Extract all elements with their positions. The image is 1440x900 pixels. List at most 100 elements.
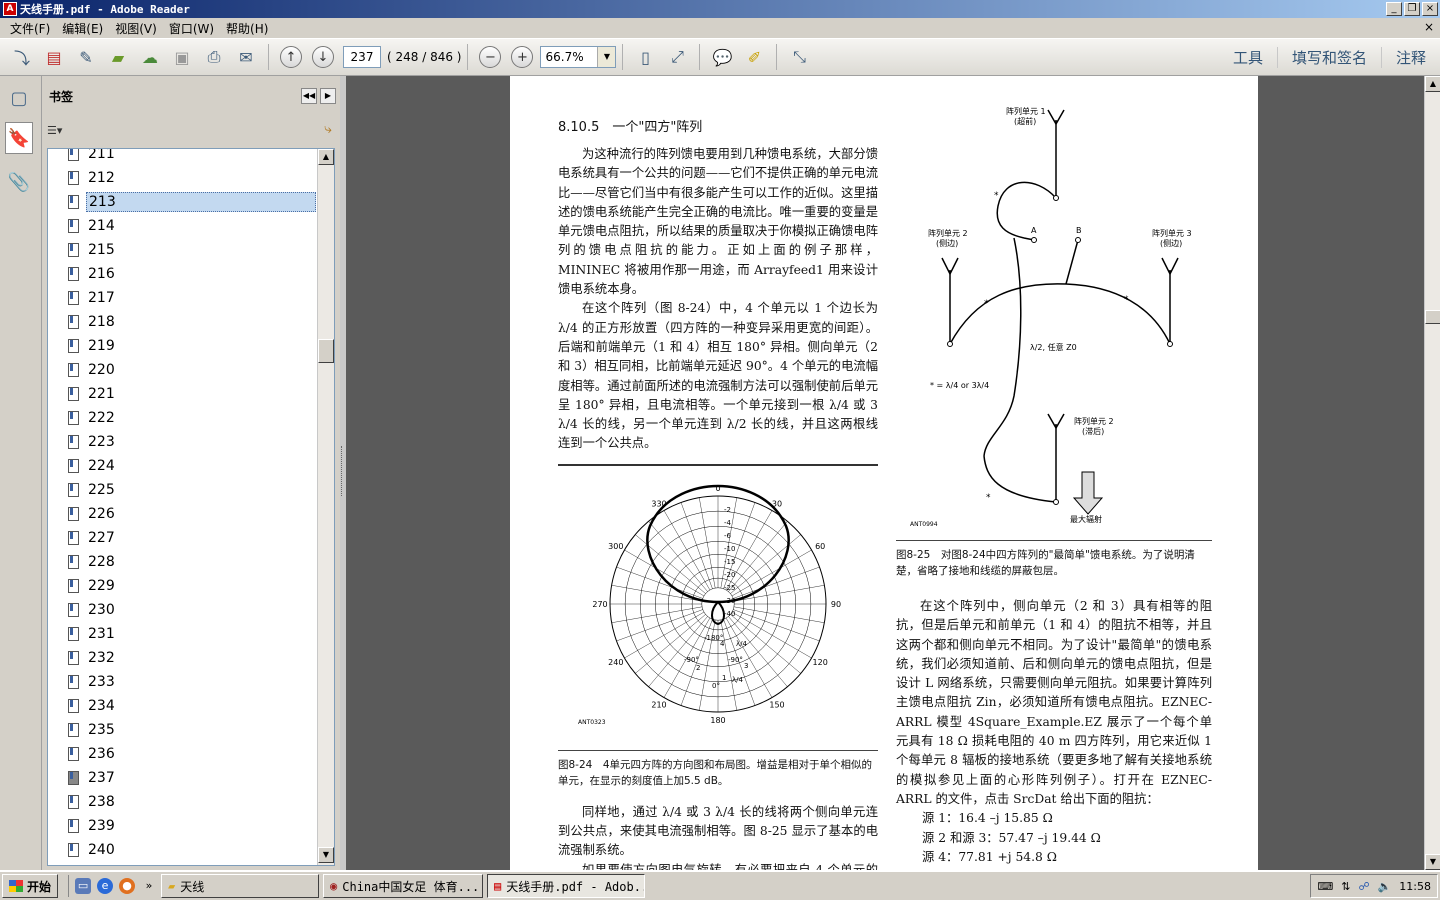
bookmark-item[interactable]: 235 bbox=[48, 718, 318, 742]
page-number-input[interactable]: 237 bbox=[343, 46, 381, 68]
input-method-icon[interactable]: ⇅ bbox=[1341, 880, 1350, 893]
tools-link[interactable]: 工具 bbox=[1219, 47, 1277, 68]
task-adobe-reader[interactable]: ▤ 天线手册.pdf - Adob... bbox=[487, 874, 646, 898]
zoom-out-icon[interactable]: − bbox=[479, 46, 502, 68]
figure-8-25: * * * * 阵列单元 1 (超前) 阵列单元 2 (侧边) 阵列单元 3 (侧边) 阵列单元… bbox=[896, 106, 1212, 536]
menu-window[interactable]: 窗口(W) bbox=[163, 20, 220, 37]
navigation-strip: ▢ 🔖 📎 bbox=[0, 76, 42, 870]
bookmark-item[interactable]: 211 bbox=[48, 149, 318, 166]
bookmark-item[interactable]: 233 bbox=[48, 670, 318, 694]
bookmark-item[interactable]: 232 bbox=[48, 646, 318, 670]
bookmark-item[interactable]: 239 bbox=[48, 814, 318, 838]
ie-icon[interactable]: e bbox=[97, 878, 114, 894]
minimize-button[interactable]: _ bbox=[1386, 2, 1402, 16]
panel-arrow-icon[interactable]: ▶ bbox=[320, 88, 336, 104]
bookmark-scrollbar[interactable]: ▲ ▼ bbox=[317, 149, 334, 865]
open-icon[interactable]: ⤵ bbox=[8, 43, 36, 71]
bookmark-item[interactable]: 215 bbox=[48, 238, 318, 262]
bookmark-item[interactable]: 220 bbox=[48, 358, 318, 382]
bookmark-page-icon bbox=[68, 267, 79, 281]
menu-help[interactable]: 帮助(H) bbox=[220, 20, 274, 37]
fill-sign-link[interactable]: 填写和签名 bbox=[1276, 46, 1381, 68]
new-bookmark-icon[interactable]: ⤷ bbox=[324, 121, 332, 137]
bookmark-item[interactable]: 216 bbox=[48, 262, 318, 286]
fullscreen-icon[interactable]: ⤡ bbox=[785, 43, 813, 71]
bookmark-item[interactable]: 221 bbox=[48, 382, 318, 406]
scroll-thumb[interactable] bbox=[1425, 310, 1440, 324]
scale-label: -30 bbox=[724, 597, 735, 605]
bookmark-item[interactable]: 240 bbox=[48, 838, 318, 862]
scroll-thumb[interactable] bbox=[318, 339, 334, 363]
clock[interactable]: 11:58 bbox=[1399, 880, 1431, 893]
folder-icon[interactable]: ▰ bbox=[104, 43, 132, 71]
bookmark-item[interactable]: 229 bbox=[48, 574, 318, 598]
menu-edit[interactable]: 编辑(E) bbox=[56, 20, 109, 37]
bookmark-item[interactable]: 223 bbox=[48, 430, 318, 454]
bookmark-item[interactable]: 231 bbox=[48, 622, 318, 646]
close-button[interactable]: × bbox=[1422, 2, 1438, 16]
keyboard-icon[interactable]: ⌨ bbox=[1317, 880, 1333, 893]
volume-icon[interactable]: 🔈 bbox=[1378, 880, 1392, 893]
menu-file[interactable]: 文件(F) bbox=[4, 20, 56, 37]
restore-button[interactable]: ❐ bbox=[1404, 2, 1420, 16]
zoom-select[interactable]: 66.7% ▼ bbox=[540, 46, 617, 68]
bookmark-item[interactable]: 217 bbox=[48, 286, 318, 310]
network-icon[interactable]: ☍ bbox=[1358, 880, 1369, 893]
bookmark-item[interactable]: 226 bbox=[48, 502, 318, 526]
attachments-icon[interactable]: 📎 bbox=[5, 166, 33, 198]
create-pdf-icon[interactable]: ▤ bbox=[40, 43, 68, 71]
bookmark-item[interactable]: 218 bbox=[48, 310, 318, 334]
bookmark-list[interactable]: 211 212 213 214 215 216 217 218 219 220 221 222 223 2… bbox=[47, 148, 335, 866]
firefox-icon[interactable]: ● bbox=[119, 878, 136, 894]
zoom-in-icon[interactable]: + bbox=[511, 46, 534, 68]
document-area[interactable]: 8.10.5 一个"四方"阵列 为这种流行的阵列馈电要用到几种馈电系统，大部分馈… bbox=[346, 76, 1424, 870]
bookmark-item[interactable]: 237 bbox=[48, 766, 318, 790]
comment-link[interactable]: 注释 bbox=[1380, 46, 1440, 68]
print-icon[interactable]: ⎙ bbox=[200, 43, 228, 71]
system-tray: ⌨ ⇅ ☍ 🔈 11:58 bbox=[1310, 874, 1438, 898]
bookmark-item[interactable]: 227 bbox=[48, 526, 318, 550]
bookmarks-options-bar: ☰▾ ⤷ bbox=[43, 116, 340, 144]
upload-cloud-icon[interactable]: ☁ bbox=[136, 43, 164, 71]
fit-page-icon[interactable]: ⤢ bbox=[663, 43, 691, 71]
bookmark-item[interactable]: 238 bbox=[48, 790, 318, 814]
next-page-icon[interactable]: ↓ bbox=[312, 46, 334, 68]
collapse-panel-icon[interactable]: ◀◀ bbox=[301, 88, 317, 104]
edit-pdf-icon[interactable]: ✎ bbox=[72, 43, 100, 71]
scroll-mode-icon[interactable]: ▯ bbox=[631, 43, 659, 71]
scroll-down-icon[interactable]: ▼ bbox=[1425, 854, 1440, 870]
comment-icon[interactable]: 💬 bbox=[708, 43, 736, 71]
task-browser[interactable]: ◉ China中国女足 体育... bbox=[323, 874, 484, 898]
scroll-down-icon[interactable]: ▼ bbox=[318, 847, 334, 863]
bookmark-item[interactable]: 222 bbox=[48, 406, 318, 430]
email-icon[interactable]: ✉ bbox=[232, 43, 260, 71]
chevron-down-icon[interactable]: ▼ bbox=[597, 47, 616, 67]
bookmark-item[interactable]: 230 bbox=[48, 598, 318, 622]
bookmark-item[interactable]: 213 bbox=[48, 190, 318, 214]
bookmark-page-icon bbox=[68, 771, 79, 785]
bookmark-item[interactable]: 228 bbox=[48, 550, 318, 574]
menu-view[interactable]: 视图(V) bbox=[109, 20, 163, 37]
start-button[interactable]: 开始 bbox=[2, 874, 59, 898]
bookmarks-tab-icon[interactable]: 🔖 bbox=[5, 122, 33, 154]
bookmark-page-icon bbox=[68, 435, 79, 449]
bookmark-item[interactable]: 236 bbox=[48, 742, 318, 766]
bookmark-item[interactable]: 214 bbox=[48, 214, 318, 238]
task-folder[interactable]: ▰ 天线 bbox=[161, 874, 320, 898]
options-menu-icon[interactable]: ☰▾ bbox=[47, 124, 62, 137]
close-document-button[interactable]: × bbox=[1424, 20, 1434, 34]
bookmark-item[interactable]: 224 bbox=[48, 454, 318, 478]
page-thumbnails-icon[interactable]: ▢ bbox=[5, 82, 33, 114]
document-scrollbar[interactable]: ▲ ▼ bbox=[1424, 76, 1440, 870]
save-icon[interactable]: ▣ bbox=[168, 43, 196, 71]
scroll-up-icon[interactable]: ▲ bbox=[318, 149, 334, 165]
scroll-up-icon[interactable]: ▲ bbox=[1425, 76, 1440, 92]
highlight-icon[interactable]: ✐ bbox=[740, 43, 768, 71]
show-desktop-icon[interactable]: ▭ bbox=[75, 878, 92, 894]
bookmark-item[interactable]: 234 bbox=[48, 694, 318, 718]
bookmark-item[interactable]: 219 bbox=[48, 334, 318, 358]
bookmark-item[interactable]: 225 bbox=[48, 478, 318, 502]
bookmark-item[interactable]: 212 bbox=[48, 166, 318, 190]
more-chevron-icon[interactable]: » bbox=[141, 878, 157, 894]
previous-page-icon[interactable]: ↑ bbox=[280, 46, 302, 68]
